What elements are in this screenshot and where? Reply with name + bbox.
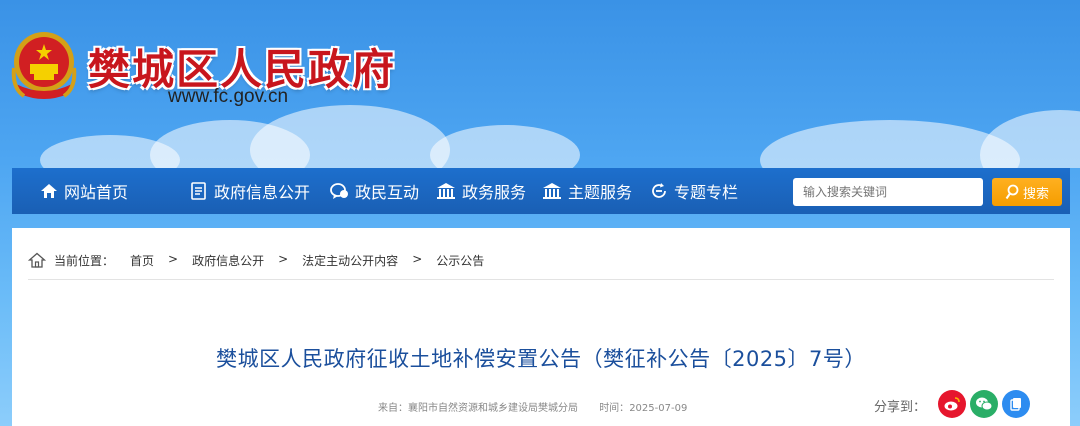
breadcrumb-label: 当前位置： xyxy=(54,254,115,268)
building-icon xyxy=(437,183,455,199)
share-qzone-button[interactable] xyxy=(1002,390,1030,418)
nav-item-label: 政府信息公开 xyxy=(214,183,311,202)
nav-item-info-disclosure[interactable]: 政府信息公开 xyxy=(190,168,310,214)
nav-item-label: 主题服务 xyxy=(568,183,633,202)
share-label: 分享到： xyxy=(874,400,927,415)
search-button-label: 搜索 xyxy=(1022,185,1049,201)
time-label: 时间： xyxy=(599,403,630,414)
article-meta: 来自：襄阳市自然资源和城乡建设局樊城分局 时间：2025-07-09 xyxy=(378,399,705,414)
cloud-decoration xyxy=(430,125,580,168)
home-icon xyxy=(41,184,57,198)
search-input[interactable] xyxy=(793,178,983,206)
search-button[interactable]: 搜索 xyxy=(992,178,1062,206)
document-icon xyxy=(191,182,206,200)
nav-item-interaction[interactable]: 政民互动 xyxy=(330,168,419,214)
breadcrumb-separator: > xyxy=(168,252,179,266)
breadcrumb-link[interactable]: 法定主动公开内容 xyxy=(302,252,398,269)
source-value: 襄阳市自然资源和城乡建设局樊城分局 xyxy=(408,403,578,414)
nav-item-label: 网站首页 xyxy=(64,183,129,202)
share-weibo-button[interactable] xyxy=(938,390,966,418)
breadcrumb-link[interactable]: 政府信息公开 xyxy=(192,252,264,269)
time-value: 2025-07-09 xyxy=(629,403,688,414)
breadcrumb: 当前位置： 首页 > 政府信息公开 > 法定主动公开内容 > 公示公告 xyxy=(28,252,1054,280)
cloud-decoration xyxy=(980,110,1080,168)
nav-item-label: 政民互动 xyxy=(355,183,420,202)
weibo-icon xyxy=(944,397,960,411)
national-emblem-icon xyxy=(11,32,77,99)
source-label: 来自： xyxy=(378,403,408,414)
building-icon xyxy=(543,183,561,199)
article-source: 来自：襄阳市自然资源和城乡建设局樊城分局 xyxy=(378,403,578,414)
site-url: www.fc.gov.cn xyxy=(168,86,289,107)
cycle-icon xyxy=(652,183,666,198)
wechat-icon xyxy=(976,397,993,411)
cloud-decoration xyxy=(250,105,450,168)
article-time: 时间：2025-07-09 xyxy=(599,403,687,414)
nav-item-gov-services[interactable]: 政务服务 xyxy=(436,168,526,214)
breadcrumb-separator: > xyxy=(278,252,289,266)
breadcrumb-separator: > xyxy=(412,252,423,266)
breadcrumb-link[interactable]: 首页 xyxy=(130,252,154,269)
nav-item-special-topics[interactable]: 专题专栏 xyxy=(650,168,738,214)
nav-item-theme-services[interactable]: 主题服务 xyxy=(542,168,632,214)
nav-item-label: 政务服务 xyxy=(462,183,527,202)
header-banner: 樊城区人民政府 www.fc.gov.cn xyxy=(0,0,1080,168)
content-panel: 当前位置： 首页 > 政府信息公开 > 法定主动公开内容 > 公示公告 樊城区人… xyxy=(12,228,1070,426)
article-title: 樊城区人民政府征收土地补偿安置公告（樊征补公告〔2025〕7号） xyxy=(216,347,866,371)
home-outline-icon xyxy=(28,252,46,268)
search-icon xyxy=(1005,184,1019,200)
nav-item-label: 专题专栏 xyxy=(674,183,739,202)
breadcrumb-link[interactable]: 公示公告 xyxy=(436,252,484,269)
nav-item-home[interactable]: 网站首页 xyxy=(40,168,128,214)
share-wechat-button[interactable] xyxy=(970,390,998,418)
copy-link-icon xyxy=(1010,398,1021,411)
chat-icon xyxy=(330,183,348,199)
